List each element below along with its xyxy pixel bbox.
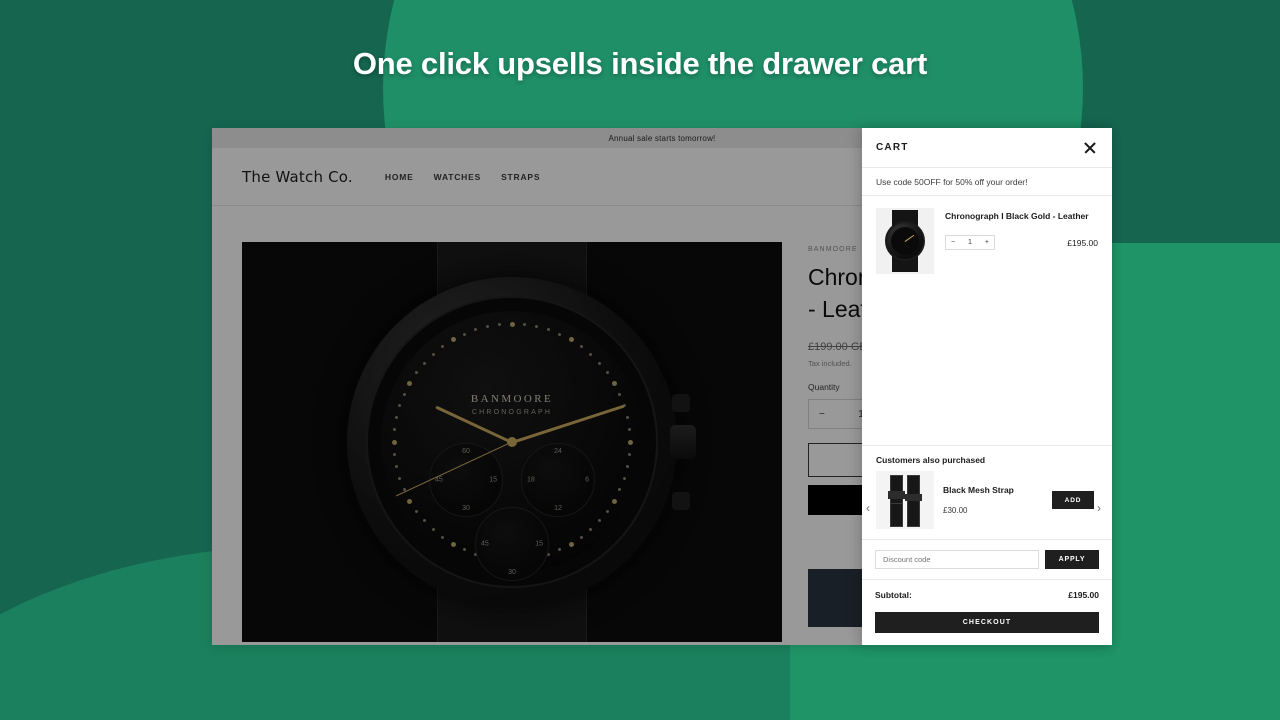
subdial-left-60: 60 bbox=[462, 448, 470, 455]
upsell-product-info: Black Mesh Strap £30.00 bbox=[943, 485, 1043, 515]
strap-buckle-2 bbox=[905, 494, 922, 501]
watch-dial: BANMOORE CHRONOGRAPH 60 15 30 45 24 6 12… bbox=[381, 311, 643, 581]
subdial-bottom-45: 45 bbox=[481, 540, 489, 548]
cart-quantity-stepper[interactable]: − 1 + bbox=[945, 235, 995, 250]
cart-header: CART bbox=[862, 128, 1112, 168]
watch-crown bbox=[670, 425, 696, 459]
cart-totals: Subtotal: £195.00 CHECKOUT bbox=[862, 579, 1112, 645]
chevron-right-icon[interactable]: › bbox=[1097, 502, 1109, 514]
subtotal-label: Subtotal: bbox=[875, 590, 912, 600]
cart-quantity-increase-button[interactable]: + bbox=[985, 239, 989, 246]
strap-segment-2 bbox=[890, 503, 903, 527]
subtotal-row: Subtotal: £195.00 bbox=[875, 590, 1099, 600]
subdial-right-24: 24 bbox=[554, 448, 562, 455]
strap-buckle-1 bbox=[888, 491, 905, 499]
watch-pusher-bottom bbox=[672, 492, 690, 510]
page-title: One click upsells inside the drawer cart bbox=[352, 46, 928, 81]
subdial-left-15: 15 bbox=[489, 476, 497, 484]
watch-pusher-top bbox=[672, 394, 690, 412]
subdial-right-18: 18 bbox=[527, 476, 535, 484]
promo-text: Use code 50OFF for 50% off your order! bbox=[876, 176, 1028, 187]
checkout-button[interactable]: CHECKOUT bbox=[875, 612, 1099, 633]
subdial-right-12: 12 bbox=[554, 505, 562, 512]
nav-item-home[interactable]: HOME bbox=[385, 172, 414, 182]
nav-item-watches[interactable]: WATCHES bbox=[434, 172, 481, 182]
upsell-add-button[interactable]: ADD bbox=[1052, 491, 1094, 509]
strap-segment-3 bbox=[907, 475, 920, 527]
cart-item-name[interactable]: Chronograph I Black Gold - Leather bbox=[945, 208, 1098, 225]
apply-discount-button[interactable]: APPLY bbox=[1045, 550, 1099, 569]
discount-code-input[interactable] bbox=[875, 550, 1039, 569]
store-logo[interactable]: The Watch Co. bbox=[242, 168, 353, 186]
subdial-left-30: 30 bbox=[462, 505, 470, 512]
discount-section: APPLY bbox=[862, 539, 1112, 579]
cart-item-list: Chronograph I Black Gold - Leather − 1 +… bbox=[862, 196, 1112, 445]
upsell-product-name[interactable]: Black Mesh Strap bbox=[943, 485, 1043, 495]
upsell-carousel: Customers also purchased ‹ › Black Mesh … bbox=[862, 445, 1112, 539]
close-icon[interactable] bbox=[1082, 140, 1098, 156]
upsell-heading: Customers also purchased bbox=[876, 455, 986, 465]
cart-drawer: CART Use code 50OFF for 50% off your ord… bbox=[862, 128, 1112, 645]
dial-brand-text: BANMOORE bbox=[470, 393, 554, 405]
subtotal-value: £195.00 bbox=[1068, 590, 1099, 600]
subdial-left: 60 15 30 45 bbox=[429, 443, 503, 517]
cart-item-controls: − 1 + £195.00 bbox=[945, 235, 1098, 250]
product-image[interactable]: BANMOORE CHRONOGRAPH 60 15 30 45 24 6 12… bbox=[242, 242, 782, 642]
cart-item-price: £195.00 bbox=[1067, 237, 1098, 248]
watch-center-pin bbox=[507, 437, 517, 447]
cart-item-thumbnail[interactable] bbox=[876, 208, 934, 274]
subdial-right: 24 6 12 18 bbox=[521, 443, 595, 517]
announcement-text: Annual sale starts tomorrow! bbox=[608, 133, 716, 143]
cart-quantity-value: 1 bbox=[968, 239, 972, 246]
cart-line-item: Chronograph I Black Gold - Leather − 1 +… bbox=[876, 208, 1098, 274]
cart-title: CART bbox=[876, 142, 909, 153]
upsell-product-price: £30.00 bbox=[943, 506, 968, 515]
quantity-decrease-button[interactable]: − bbox=[819, 409, 825, 420]
promo-slide: One click upsells inside the drawer cart… bbox=[0, 0, 1280, 720]
main-nav: HOME WATCHES STRAPS bbox=[385, 172, 540, 182]
subdial-right-6: 6 bbox=[585, 476, 589, 484]
subdial-bottom: 15 30 45 bbox=[475, 507, 549, 581]
subdial-bottom-15: 15 bbox=[535, 540, 543, 548]
subdial-bottom-30: 30 bbox=[508, 569, 516, 576]
promo-banner: Use code 50OFF for 50% off your order! bbox=[862, 168, 1112, 196]
cart-item-info: Chronograph I Black Gold - Leather − 1 +… bbox=[945, 208, 1098, 274]
upsell-product: Black Mesh Strap £30.00 ADD bbox=[862, 471, 1112, 529]
upsell-product-thumbnail[interactable] bbox=[876, 471, 934, 529]
cart-quantity-decrease-button[interactable]: − bbox=[951, 239, 955, 246]
strap-segment-1 bbox=[890, 475, 903, 504]
nav-item-straps[interactable]: STRAPS bbox=[501, 172, 540, 182]
